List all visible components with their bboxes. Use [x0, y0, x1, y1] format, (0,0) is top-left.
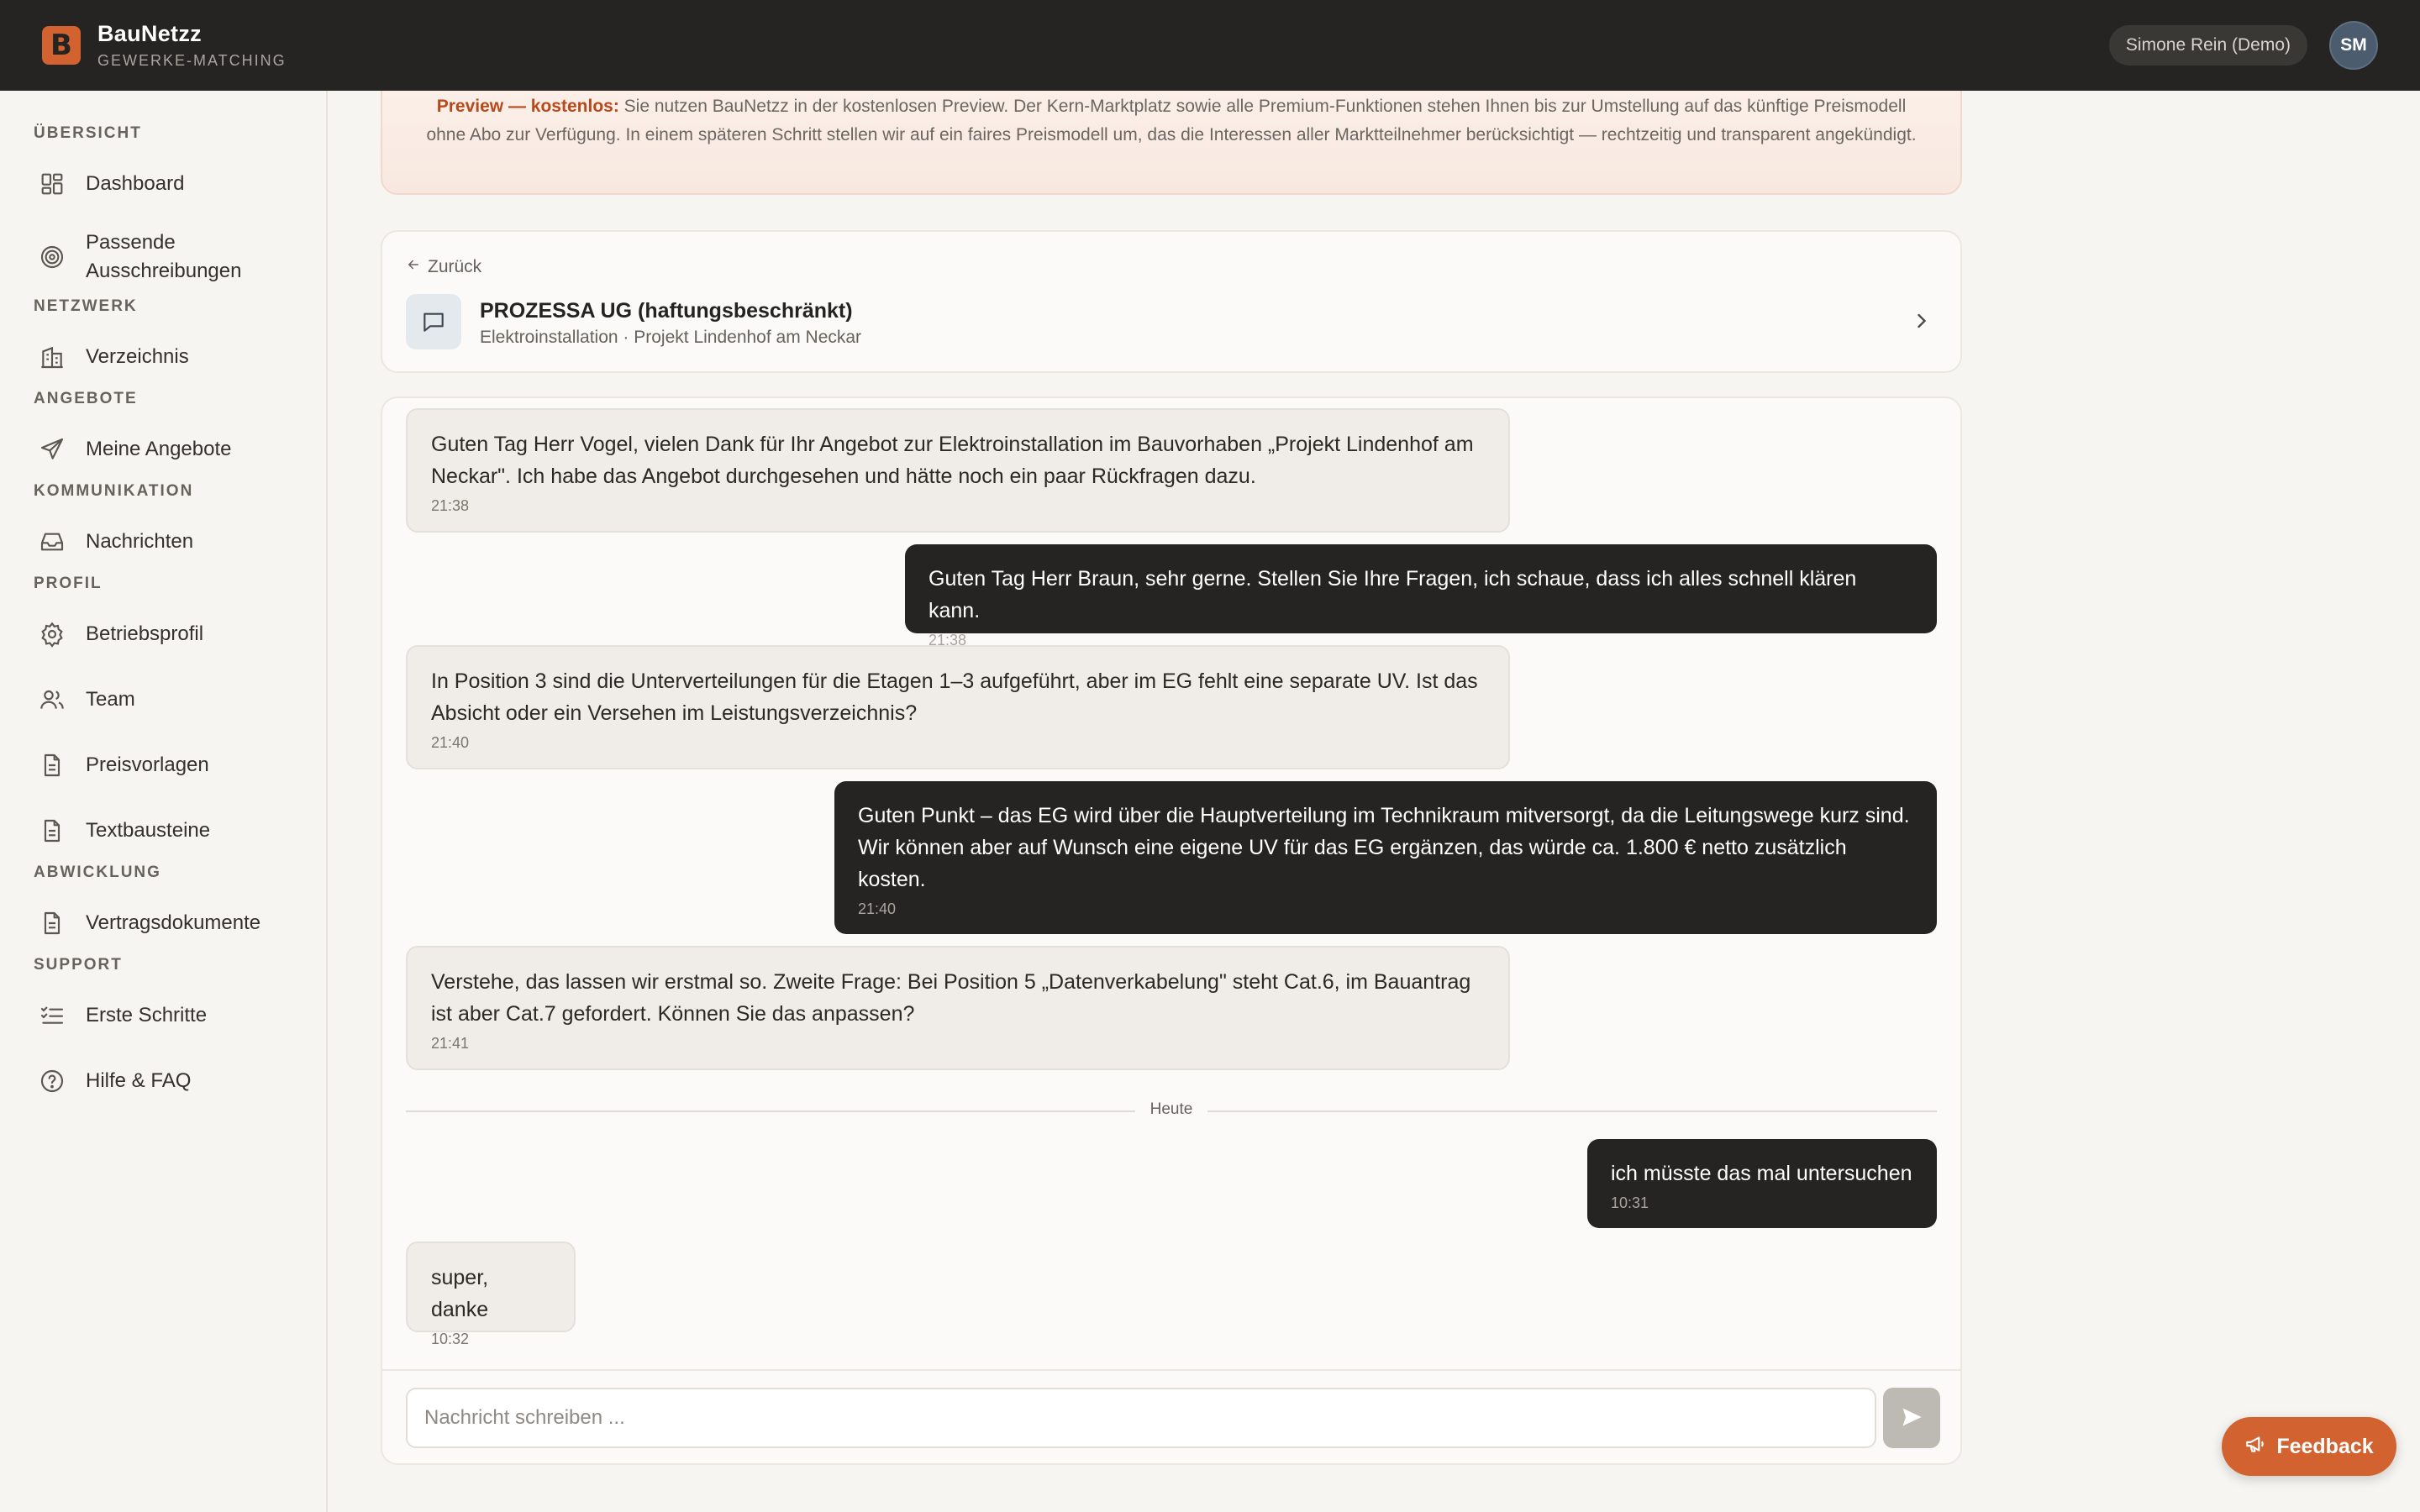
sidebar-section-uebersicht: ÜBERSICHT: [34, 124, 142, 142]
message-time: 21:41: [431, 1035, 470, 1052]
building-icon: [39, 344, 66, 370]
sidebar-section-profil: PROFIL: [34, 575, 103, 592]
message-time: 21:40: [858, 900, 897, 917]
sidebar-item-label: Erste Schritte: [86, 1004, 208, 1026]
document-icon: [39, 752, 66, 779]
message-text: In Position 3 sind die Unterverteilungen…: [431, 669, 1478, 725]
message-text: Guten Tag Herr Braun, sehr gerne. Stelle…: [929, 567, 1857, 622]
sidebar-item-label: Textbausteine: [86, 819, 211, 842]
preview-banner: Preview — kostenlos: Sie nutzen BauNetzz…: [381, 91, 1962, 195]
send-button[interactable]: [1883, 1388, 1940, 1448]
message-text: super, danke: [431, 1266, 489, 1321]
gear-icon: [39, 621, 66, 648]
sidebar: ÜBERSICHT Dashboard Passende Ausschreibu…: [0, 91, 328, 1512]
feedback-button[interactable]: Feedback: [2222, 1417, 2396, 1476]
chat-bubble-icon: [406, 294, 461, 349]
message-time: 10:31: [1611, 1194, 1649, 1211]
message-incoming: Guten Tag Herr Vogel, vielen Dank für Ih…: [406, 408, 1510, 533]
message-outgoing: Guten Punkt – das EG wird über die Haupt…: [834, 781, 1937, 934]
sidebar-item-passende-ausschreibungen[interactable]: Passende Ausschreibungen: [0, 217, 326, 297]
sidebar-item-nachrichten[interactable]: Nachrichten: [0, 509, 326, 575]
sidebar-item-label: Dashboard: [86, 172, 185, 195]
inbox-icon: [39, 528, 66, 555]
message-incoming: Verstehe, das lassen wir erstmal so. Zwe…: [406, 946, 1510, 1070]
top-bar: B BauNetzz GEWERKE-MATCHING Simone Rein …: [0, 0, 2420, 91]
conversation-header[interactable]: Zurück PROZESSA UG (haftungsbeschränkt) …: [381, 230, 1962, 373]
sidebar-item-dashboard[interactable]: Dashboard: [0, 151, 326, 217]
sidebar-item-verzeichnis[interactable]: Verzeichnis: [0, 324, 326, 390]
message-time: 21:38: [431, 497, 470, 514]
message-incoming: In Position 3 sind die Unterverteilungen…: [406, 645, 1510, 769]
sidebar-item-team[interactable]: Team: [0, 667, 326, 732]
message-outgoing: ich müsste das mal untersuchen 10:31: [1587, 1139, 1937, 1228]
sidebar-section-support: SUPPORT: [34, 956, 123, 974]
send-arrow-icon: [1900, 1405, 1923, 1431]
chat-panel: Guten Tag Herr Vogel, vielen Dank für Ih…: [381, 396, 1962, 1465]
sidebar-item-preisvorlagen[interactable]: Preisvorlagen: [0, 732, 326, 798]
dashboard-icon: [39, 171, 66, 197]
sidebar-item-label: Passende Ausschreibungen: [86, 231, 242, 282]
sidebar-item-label: Meine Angebote: [86, 438, 232, 460]
sidebar-item-textbausteine[interactable]: Textbausteine: [0, 798, 326, 864]
checklist-icon: [39, 1002, 66, 1029]
conversation-title: PROZESSA UG (haftungsbeschränkt): [480, 299, 853, 323]
conversation-subtitle: Elektroinstallation · Projekt Lindenhof …: [480, 328, 862, 347]
sidebar-section-netzwerk: NETZWERK: [34, 297, 138, 315]
sidebar-item-meine-angebote[interactable]: Meine Angebote: [0, 417, 326, 482]
topbar-right: Simone Rein (Demo) SM: [2108, 21, 2378, 70]
megaphone-icon: [2244, 1433, 2266, 1461]
message-text: Verstehe, das lassen wir erstmal so. Zwe…: [431, 970, 1471, 1026]
sidebar-section-kommunikation: KOMMUNIKATION: [34, 482, 194, 500]
brand-subtitle: GEWERKE-MATCHING: [97, 52, 287, 69]
brand: BauNetzz GEWERKE-MATCHING: [97, 21, 287, 70]
feedback-label: Feedback: [2276, 1434, 2374, 1458]
sidebar-section-angebote: ANGEBOTE: [34, 390, 138, 407]
arrow-left-icon: [406, 257, 421, 277]
message-text: Guten Tag Herr Vogel, vielen Dank für Ih…: [431, 433, 1474, 488]
user-pill[interactable]: Simone Rein (Demo): [2108, 25, 2307, 66]
message-text: Guten Punkt – das EG wird über die Haupt…: [858, 804, 1910, 891]
sidebar-item-label: Verzeichnis: [86, 345, 189, 368]
sidebar-item-hilfe-faq[interactable]: Hilfe & FAQ: [0, 1048, 326, 1114]
message-time: 21:40: [431, 734, 470, 751]
message-outgoing: Guten Tag Herr Braun, sehr gerne. Stelle…: [905, 544, 1937, 648]
message-composer: [382, 1369, 1960, 1463]
logo[interactable]: B: [42, 26, 81, 65]
message-incoming: super, danke 10:32: [406, 1242, 576, 1347]
sidebar-section-abwicklung: ABWICKLUNG: [34, 864, 161, 881]
date-divider-label: Heute: [1150, 1100, 1193, 1118]
banner-text: Sie nutzen BauNetzz in der kostenlosen P…: [426, 97, 1917, 144]
users-icon: [39, 686, 66, 713]
message-input[interactable]: [406, 1388, 1876, 1448]
sidebar-item-label: Team: [86, 688, 135, 711]
divider-line: [1207, 1110, 1937, 1112]
message-time: 10:32: [431, 1331, 470, 1347]
send-icon: [39, 436, 66, 463]
sidebar-item-betriebsprofil[interactable]: Betriebsprofil: [0, 601, 326, 667]
document-icon: [39, 817, 66, 844]
chevron-right-icon[interactable]: [1910, 309, 1933, 333]
sidebar-item-label: Vertragsdokumente: [86, 911, 261, 934]
date-divider: Heute: [406, 1099, 1937, 1124]
sidebar-item-vertragsdokumente[interactable]: Vertragsdokumente: [0, 890, 326, 956]
back-label: Zurück: [428, 257, 482, 276]
sidebar-item-erste-schritte[interactable]: Erste Schritte: [0, 983, 326, 1048]
brand-name: BauNetzz: [97, 21, 202, 46]
document-icon: [39, 910, 66, 937]
sidebar-item-label: Nachrichten: [86, 530, 194, 553]
back-link[interactable]: Zurück: [406, 257, 481, 277]
sidebar-item-label: Betriebsprofil: [86, 622, 204, 645]
avatar[interactable]: SM: [2329, 21, 2378, 70]
banner-title: Preview — kostenlos:: [436, 97, 619, 116]
target-icon: [39, 244, 66, 270]
message-text: ich müsste das mal untersuchen: [1611, 1162, 1912, 1185]
sidebar-item-label: Preisvorlagen: [86, 753, 209, 776]
sidebar-item-label: Hilfe & FAQ: [86, 1069, 192, 1092]
help-icon: [39, 1068, 66, 1095]
